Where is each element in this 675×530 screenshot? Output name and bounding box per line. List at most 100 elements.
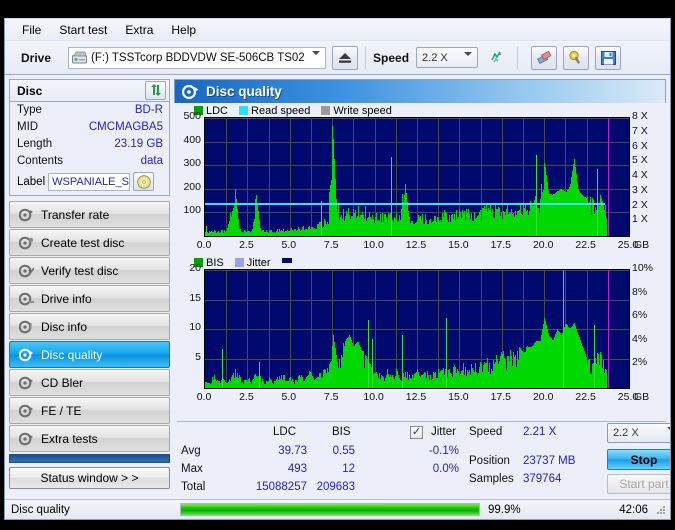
disc-panel-title: Disc — [17, 83, 43, 98]
sidebar-item-cd-bler[interactable]: CD Bler — [9, 369, 170, 396]
x-axis-tick: 5.0 — [281, 391, 297, 403]
stats-col-jitter: Jitter — [431, 426, 456, 438]
stats-col-bis: BIS — [332, 426, 351, 438]
x-axis-tick: 22.5 — [575, 391, 596, 403]
disc-verify-icon — [19, 264, 34, 277]
sidebar-item-label: Transfer rate — [41, 207, 110, 222]
progress-bar — [180, 503, 480, 516]
y-axis-tick-left: 5 — [195, 350, 201, 363]
drive-info-icon — [19, 292, 34, 305]
save-button[interactable] — [595, 45, 622, 70]
disc-row-mid: MID CMCMAGBA5 — [10, 119, 169, 136]
x-axis-tick: 10.0 — [363, 391, 384, 403]
cd-icon — [136, 174, 151, 189]
y-axis-tick-left: 20 — [189, 262, 201, 274]
disc-row-value: BD-R — [134, 104, 163, 116]
drive-label: Drive — [21, 50, 52, 65]
save-icon — [600, 50, 616, 65]
disc-create-icon — [19, 236, 34, 249]
sidebar-item-extra-tests[interactable]: Extra tests — [9, 425, 170, 452]
grid-line-v — [226, 118, 227, 236]
legend-item-write-speed: Write speed — [321, 105, 392, 117]
stop-button[interactable]: Stop — [607, 449, 670, 470]
sidebar-item-transfer-rate[interactable]: Transfer rate — [9, 201, 170, 228]
legend-swatch-jitter — [234, 258, 244, 267]
menu-item-extra[interactable]: Extra — [116, 21, 162, 39]
disc-row-value: 23.19 GB — [114, 138, 163, 150]
disc-info-icon — [19, 320, 32, 333]
optiodrive-window: File Start test Extra Help Drive (F:) TS… — [4, 18, 671, 520]
y-axis-tick-right: 3 X — [632, 183, 648, 196]
sidebar-item-disc-quality[interactable]: Disc quality — [9, 341, 170, 368]
speed-key-label: Speed — [469, 426, 503, 438]
status-bar-text: Disc quality — [11, 503, 70, 516]
disc-refresh-button[interactable] — [145, 81, 166, 100]
resize-grip[interactable] — [656, 506, 666, 516]
disc-quality-header: Disc quality — [174, 79, 666, 103]
stats-avg-ldc: 39.73 — [278, 445, 307, 457]
grid-line-h — [205, 118, 629, 119]
refresh-icon — [491, 51, 502, 63]
settings-button[interactable] — [563, 45, 590, 70]
grid-line-h — [205, 270, 629, 271]
read-speed-line — [205, 203, 605, 205]
chevron-down-icon[interactable] — [667, 427, 670, 443]
disc-label-row: Label WSPANIALE_S — [10, 170, 169, 195]
y-axis-tick-right: 8 X — [632, 110, 648, 122]
menu-item-file[interactable]: File — [13, 21, 50, 39]
y-axis-tick-right: 6% — [632, 309, 648, 322]
y-axis-tick-left: 500 — [183, 110, 201, 122]
fe-te-icon — [19, 404, 33, 417]
disc-refresh-icon — [150, 84, 161, 96]
disc-label-key: Label — [17, 175, 46, 188]
legend-swatch-marker — [281, 258, 292, 263]
eject-button[interactable] — [332, 45, 359, 70]
stats-max-jitter: 0.0% — [432, 463, 459, 475]
jitter-checkbox[interactable]: ✓ — [410, 426, 423, 439]
x-axis-tick: 0.0 — [196, 239, 212, 251]
x-axis-tick: 12.5 — [405, 391, 427, 403]
y-axis-tick-right: 1 X — [632, 213, 648, 226]
x-axis-tick: 15.0 — [448, 239, 469, 251]
sidebar-item-label: Drive info — [41, 291, 92, 306]
panel-title: Disc quality — [206, 84, 282, 99]
erase-icon — [537, 50, 552, 64]
sidebar-item-drive-info[interactable]: Drive info — [9, 285, 170, 312]
drive-select[interactable]: (F:) TSSTcorp BDDVDW SE-506CB TS02 — [68, 46, 327, 69]
main-body: Disc Type BD-R MID CMCMAGBA5 Length 23.1… — [5, 75, 670, 499]
grid-line-h — [205, 189, 629, 190]
test-speed-select[interactable]: 2.2 X — [607, 423, 670, 443]
drive-toolbar: Drive (F:) TSSTcorp BDDVDW SE-506CB TS02… — [5, 41, 670, 75]
x-axis-tick: 10.0 — [363, 239, 384, 251]
refresh-button[interactable] — [484, 46, 510, 70]
sidebar-item-create-test-disc[interactable]: Create test disc — [9, 229, 170, 256]
sidebar-item-fe-te[interactable]: FE / TE — [9, 397, 170, 424]
checkmark-icon: ✓ — [411, 426, 422, 438]
erase-button[interactable] — [531, 45, 558, 70]
disc-quality-icon — [182, 84, 199, 99]
settings-icon — [569, 50, 580, 64]
legend-swatch-write-speed — [321, 106, 331, 115]
progress-bar-fill — [181, 504, 479, 515]
y-axis-tick-left: 10 — [189, 321, 201, 333]
sidebar-item-verify-test-disc[interactable]: Verify test disc — [9, 257, 170, 284]
disc-label-button[interactable] — [133, 172, 155, 191]
sidebar-item-label: Create test disc — [41, 235, 125, 250]
sidebar-item-disc-info[interactable]: Disc info — [9, 313, 170, 340]
position-value: 23737 MB — [523, 455, 576, 467]
cd-bler-icon — [19, 376, 33, 389]
chevron-down-icon[interactable] — [464, 52, 473, 68]
x-axis-tick: 7.5 — [323, 391, 339, 403]
disc-row-key: Contents — [17, 155, 64, 167]
disc-row-key: Type — [17, 104, 42, 116]
disc-label-input[interactable]: WSPANIALE_S — [48, 172, 131, 191]
menu-item-start-test[interactable]: Start test — [50, 21, 116, 39]
speed-select-value: 2.2 X — [422, 51, 448, 64]
grid-line-h — [205, 142, 629, 143]
legend-label-read-speed: Read speed — [251, 104, 311, 117]
chevron-down-icon[interactable] — [312, 50, 321, 67]
y-axis-tick-right: 6 X — [632, 139, 648, 152]
speed-select[interactable]: 2.2 X — [416, 47, 479, 68]
status-window-button[interactable]: Status window > > — [9, 467, 170, 489]
menu-item-help[interactable]: Help — [162, 21, 205, 39]
